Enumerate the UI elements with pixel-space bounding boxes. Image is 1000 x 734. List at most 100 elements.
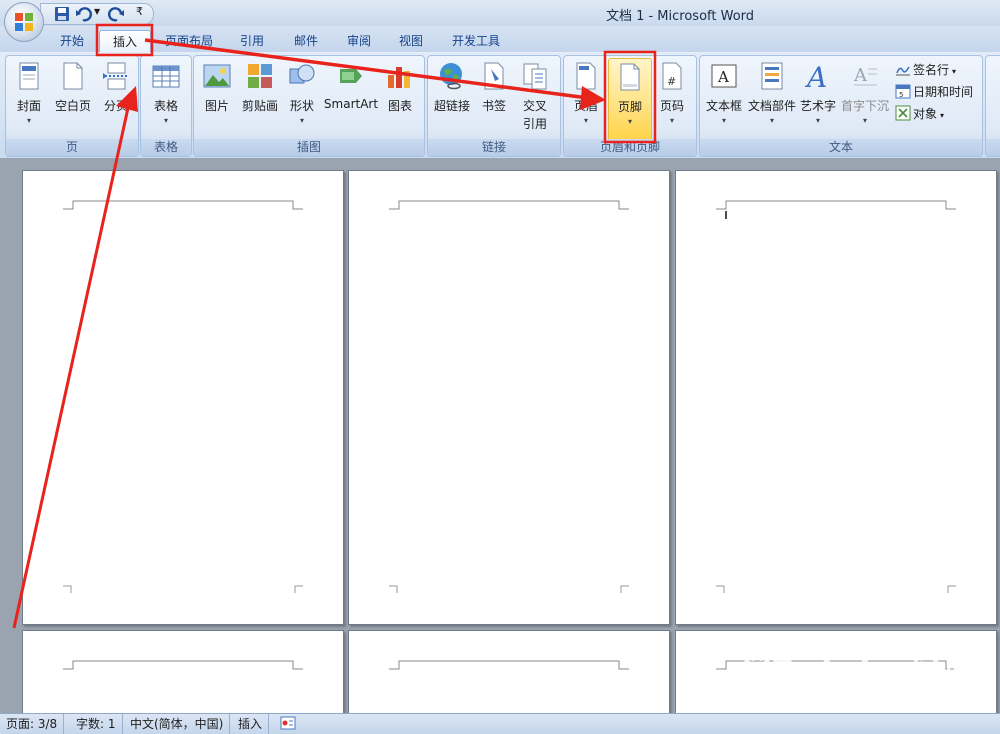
group-text: A 文本框 ▾ 文档部件 ▾ A 艺术字 ▾ A 首字下沉 ▾ 签名行 ▾ 5 …: [699, 55, 983, 157]
tab-developer[interactable]: 开发工具: [444, 30, 508, 52]
cover-page-button[interactable]: 封面 ▾: [10, 58, 48, 134]
clip-art-button[interactable]: 剪贴画: [239, 58, 281, 134]
hyperlink-button[interactable]: 超链接: [431, 58, 473, 134]
chevron-down-icon: ▾: [721, 116, 726, 125]
table-button[interactable]: 表格 ▾: [147, 58, 185, 134]
smartart-button[interactable]: SmartArt: [324, 58, 378, 134]
cross-reference-button[interactable]: 交叉 引用: [516, 58, 554, 134]
status-language[interactable]: 中文(简体，中国): [124, 714, 231, 734]
group-symbols-partial-label: [986, 139, 1000, 156]
group-pages: 封面 ▾ 空白页 分页 页: [5, 55, 139, 157]
tab-references[interactable]: 引用: [230, 30, 274, 52]
paw-logo-icon: [743, 653, 771, 681]
svg-text:A: A: [853, 65, 868, 86]
ribbon: 封面 ▾ 空白页 分页 页 表格 ▾ 表格 图片 剪贴画 形状 ▾ SmartA…: [0, 52, 1000, 159]
smartart-icon: [340, 69, 362, 83]
group-text-label: 文本: [700, 139, 982, 156]
chevron-down-icon: ▾: [940, 111, 945, 120]
tab-mailings[interactable]: 邮件: [284, 30, 328, 52]
chart-label: 图表: [387, 99, 412, 113]
picture-icon: [203, 64, 231, 88]
chevron-down-icon: ▾: [26, 116, 31, 125]
drop-cap-label: 首字下沉: [840, 99, 889, 113]
page-number-button[interactable]: # 页码 ▾: [654, 58, 690, 134]
hyperlink-globe-icon: [440, 63, 462, 90]
signature-line-icon: [896, 66, 910, 76]
chart-icon: [388, 67, 410, 88]
object-button[interactable]: 对象 ▾: [895, 104, 944, 124]
chevron-down-icon: ▾: [862, 116, 867, 125]
object-icon: [895, 105, 911, 121]
group-links: 超链接 书签 交叉 引用 链接: [427, 55, 561, 157]
svg-text:#: #: [667, 75, 676, 88]
text-box-icon: A: [711, 64, 737, 88]
wordart-button[interactable]: A 艺术字 ▾: [799, 58, 837, 134]
status-insert-mode[interactable]: 插入: [232, 714, 270, 734]
signature-line-button[interactable]: 签名行 ▾: [895, 60, 956, 80]
chevron-down-icon: ▾: [299, 116, 304, 125]
bookmark-button[interactable]: 书签: [477, 58, 511, 134]
quick-parts-button[interactable]: 文档部件 ▾: [748, 58, 796, 134]
page-break-label: 分页: [103, 99, 128, 113]
document-page[interactable]: [22, 170, 344, 625]
quick-parts-label: 文档部件: [747, 99, 796, 113]
office-logo-icon: [15, 13, 33, 31]
tab-insert[interactable]: 插入: [99, 30, 151, 53]
picture-button[interactable]: 图片: [199, 58, 235, 134]
wordart-icon: A: [804, 61, 827, 91]
status-page-count[interactable]: 页面: 3/8: [0, 714, 65, 734]
bookmark-label: 书签: [481, 99, 506, 113]
tab-view[interactable]: 视图: [389, 30, 433, 52]
header-button[interactable]: 页眉 ▾: [568, 58, 604, 134]
footer-button[interactable]: 页脚 ▾: [608, 58, 652, 146]
smartart-label: SmartArt: [323, 97, 379, 111]
ribbon-tabs: 开始 插入 页面布局 引用 邮件 审阅 视图 开发工具: [0, 26, 1000, 53]
svg-text:A: A: [717, 68, 729, 86]
drop-cap-button[interactable]: A 首字下沉 ▾: [841, 58, 889, 134]
tab-review[interactable]: 审阅: [337, 30, 381, 52]
tab-home[interactable]: 开始: [50, 30, 94, 52]
table-label: 表格: [153, 99, 178, 113]
shapes-icon: [289, 64, 315, 84]
group-links-label: 链接: [428, 139, 560, 156]
date-time-button[interactable]: 5 日期和时间: [895, 82, 973, 102]
wordart-label: 艺术字: [799, 99, 836, 113]
hyperlink-label: 超链接: [433, 99, 470, 113]
tab-page-layout[interactable]: 页面布局: [158, 30, 220, 52]
page-margin-marks: [716, 200, 956, 593]
group-illustrations: 图片 剪贴画 形状 ▾ SmartArt 图表 插图: [193, 55, 425, 157]
cross-reference-icon: [523, 63, 547, 90]
clip-art-icon: [248, 64, 272, 88]
document-page[interactable]: [22, 630, 344, 713]
group-illustrations-label: 插图: [194, 139, 424, 156]
chevron-down-icon: ▾: [583, 116, 588, 125]
office-button[interactable]: [4, 2, 44, 42]
chevron-down-icon: ▾: [815, 116, 820, 125]
drop-cap-icon: A: [853, 65, 877, 86]
watermark-url: jingyan.baidu.com: [810, 686, 949, 704]
calendar-icon: 5: [895, 84, 911, 99]
header-icon: [576, 62, 596, 90]
page-margin-marks: [63, 660, 303, 670]
chart-button[interactable]: 图表: [382, 58, 418, 134]
svg-text:5: 5: [899, 91, 903, 99]
page-margin-marks: [389, 660, 629, 670]
page-break-button[interactable]: 分页: [98, 58, 134, 134]
cover-page-label: 封面: [16, 99, 41, 113]
document-area[interactable]: [0, 158, 1000, 713]
title-bar: ▼ ₹ 文档 1 - Microsoft Word: [0, 0, 1000, 42]
blank-page-button[interactable]: 空白页: [53, 58, 93, 134]
clip-art-label: 剪贴画: [241, 99, 278, 113]
page-margin-marks: [63, 200, 303, 593]
text-box-button[interactable]: A 文本框 ▾: [703, 58, 745, 134]
group-tables: 表格 ▾ 表格: [140, 55, 192, 157]
status-macro-icon[interactable]: [274, 714, 302, 734]
shapes-button[interactable]: 形状 ▾: [286, 58, 318, 134]
document-page[interactable]: [348, 170, 670, 625]
document-page[interactable]: [675, 170, 997, 625]
bookmark-icon: [484, 62, 504, 90]
date-time-label: 日期和时间: [913, 85, 974, 99]
picture-label: 图片: [204, 99, 229, 113]
document-page[interactable]: [348, 630, 670, 713]
status-word-count[interactable]: 字数: 1: [70, 714, 123, 734]
